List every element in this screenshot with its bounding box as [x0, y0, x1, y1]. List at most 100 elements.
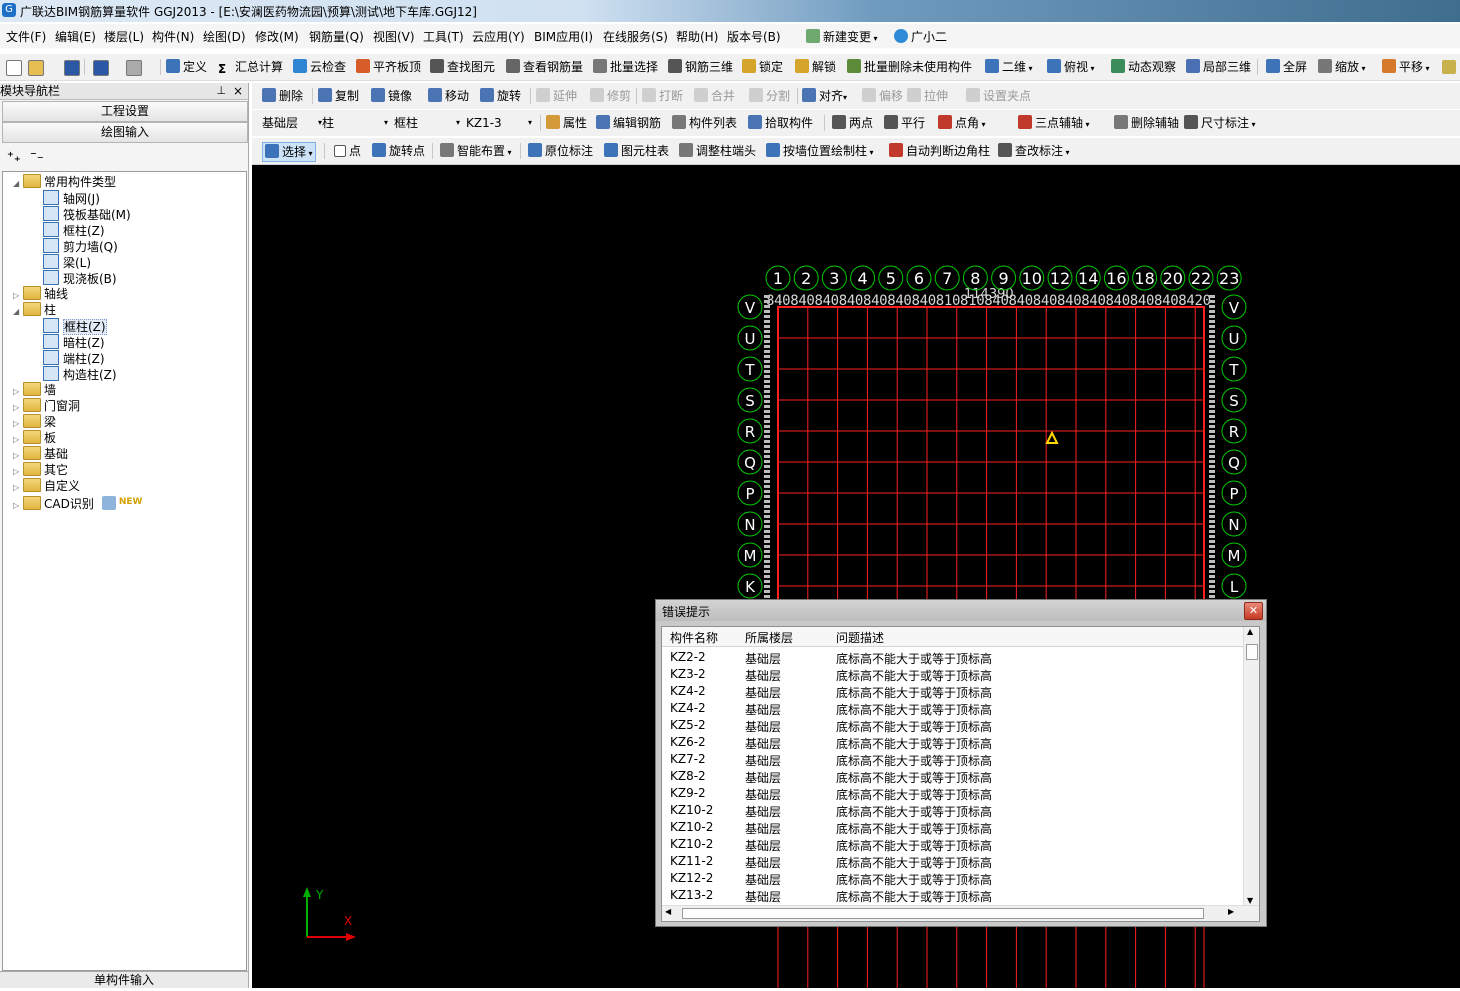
- menu-item[interactable]: 在线服务(S): [603, 28, 668, 45]
- project-settings-button[interactable]: 工程设置: [2, 101, 248, 122]
- edit-button[interactable]: 移动: [428, 87, 469, 105]
- undo-icon[interactable]: [93, 60, 109, 76]
- error-row[interactable]: KZ10-2 基础层 底标高不能大于或等于顶标高: [662, 836, 1243, 853]
- edit-button[interactable]: 删除: [262, 87, 303, 105]
- scroll-up-icon[interactable]: ▲: [1247, 627, 1253, 636]
- component-button[interactable]: 平行: [884, 114, 925, 132]
- toolbar-button[interactable]: 批量选择: [593, 58, 658, 76]
- error-row[interactable]: KZ7-2 基础层 底标高不能大于或等于顶标高: [662, 751, 1243, 768]
- tree-node[interactable]: ▷ CAD识别 NEW: [13, 494, 142, 511]
- draw-button[interactable]: 选择 ▾: [262, 142, 316, 162]
- scroll-left-icon[interactable]: ◀: [665, 907, 671, 916]
- component-button[interactable]: 两点: [832, 114, 873, 132]
- tree-node[interactable]: 端柱(Z): [43, 350, 105, 366]
- toolbar-button[interactable]: 动态观察: [1111, 58, 1176, 76]
- draw-button[interactable]: 按墙位置绘制柱 ▾: [766, 142, 874, 160]
- tree-node[interactable]: ▷ 板: [13, 430, 56, 446]
- close-icon[interactable]: ×: [233, 83, 243, 99]
- tree-node[interactable]: 构造柱(Z): [43, 366, 117, 382]
- toolbar-button[interactable]: 解锁: [795, 58, 836, 76]
- edit-button[interactable]: 镜像: [371, 87, 412, 105]
- save-icon[interactable]: [64, 60, 80, 76]
- menu-item[interactable]: 云应用(Y): [472, 28, 525, 45]
- component-button[interactable]: 三点辅轴 ▾: [1018, 114, 1090, 132]
- component-button[interactable]: 构件列表: [672, 114, 737, 132]
- component-button[interactable]: 尺寸标注 ▾: [1184, 114, 1256, 132]
- menu-item[interactable]: 楼层(L): [104, 28, 144, 45]
- tree-node[interactable]: 筏板基础(M): [43, 206, 131, 222]
- dialog-close-button[interactable]: ✕: [1244, 602, 1263, 620]
- toolbar-button[interactable]: 俯视 ▾: [1047, 58, 1095, 76]
- drawing-input-button[interactable]: 绘图输入: [2, 122, 248, 143]
- pin-icon[interactable]: ⊥: [216, 83, 226, 99]
- select-floor[interactable]: 基础层 ▾: [262, 114, 322, 132]
- expanded-icon[interactable]: ◢: [13, 176, 23, 192]
- tree-node[interactable]: 暗柱(Z): [43, 334, 105, 350]
- tree-node[interactable]: ▷ 墙: [13, 382, 56, 398]
- menu-item[interactable]: 新建变更 ▾: [806, 28, 878, 45]
- scroll-down-icon[interactable]: ▼: [1247, 896, 1253, 905]
- component-button[interactable]: 属性: [546, 114, 587, 132]
- error-row[interactable]: KZ11-2 基础层 底标高不能大于或等于顶标高: [662, 853, 1243, 870]
- menu-item[interactable]: 构件(N): [152, 28, 194, 45]
- new-file-icon[interactable]: [6, 60, 22, 76]
- toolbar-button[interactable]: 平移 ▾: [1382, 58, 1430, 76]
- collapsed-icon[interactable]: ▷: [13, 498, 23, 514]
- settings-icon[interactable]: [1442, 60, 1456, 74]
- toolbar-button[interactable]: 二维 ▾: [985, 58, 1033, 76]
- scroll-thumb[interactable]: [1246, 644, 1258, 660]
- error-row[interactable]: KZ9-2 基础层 底标高不能大于或等于顶标高: [662, 785, 1243, 802]
- scroll-right-icon[interactable]: ▶: [1228, 907, 1234, 916]
- edit-button[interactable]: 打断: [642, 87, 683, 105]
- toolbar-button[interactable]: 批量删除未使用构件: [847, 58, 972, 76]
- component-button[interactable]: 编辑钢筋: [596, 114, 661, 132]
- menu-item[interactable]: 视图(V): [373, 28, 415, 45]
- tree-node[interactable]: 梁(L): [43, 254, 91, 270]
- redo-icon[interactable]: [126, 60, 142, 76]
- error-row[interactable]: KZ4-2 基础层 底标高不能大于或等于顶标高: [662, 683, 1243, 700]
- tree-node[interactable]: 框柱(Z): [43, 222, 105, 238]
- vertical-scrollbar[interactable]: ▲ ▼: [1243, 627, 1259, 905]
- edit-button[interactable]: 合并: [694, 87, 735, 105]
- component-button[interactable]: 点角 ▾: [938, 114, 986, 132]
- tree-node[interactable]: 剪力墙(Q): [43, 238, 118, 254]
- draw-button[interactable]: 图元柱表: [604, 142, 669, 160]
- error-row[interactable]: KZ12-2 基础层 底标高不能大于或等于顶标高: [662, 870, 1243, 887]
- toolbar-button[interactable]: 定义: [166, 58, 207, 76]
- toolbar-button[interactable]: 局部三维: [1186, 58, 1251, 76]
- open-folder-icon[interactable]: [28, 60, 44, 76]
- warning-icon[interactable]: [1045, 430, 1059, 444]
- scroll-hthumb[interactable]: [682, 908, 1204, 919]
- toolbar-button[interactable]: Σ 汇总计算: [218, 58, 283, 76]
- edit-button[interactable]: 延伸: [536, 87, 577, 105]
- component-button[interactable]: 拾取构件: [748, 114, 813, 132]
- draw-button[interactable]: 原位标注: [528, 142, 593, 160]
- error-row[interactable]: KZ2-2 基础层 底标高不能大于或等于顶标高: [662, 649, 1243, 666]
- menu-item[interactable]: 版本号(B): [727, 28, 781, 45]
- toolbar-button[interactable]: 云检查: [293, 58, 346, 76]
- tree-node[interactable]: 现浇板(B): [43, 270, 117, 286]
- toolbar-button[interactable]: 缩放 ▾: [1318, 58, 1366, 76]
- draw-button[interactable]: 自动判断边角柱: [889, 142, 990, 160]
- draw-button[interactable]: 查改标注 ▾: [998, 142, 1070, 160]
- menu-item[interactable]: 钢筋量(Q): [309, 28, 364, 45]
- tree-node[interactable]: ▷ 其它: [13, 462, 68, 478]
- toolbar-button[interactable]: 全屏: [1266, 58, 1307, 76]
- draw-button[interactable]: 旋转点: [372, 142, 425, 160]
- horizontal-scrollbar[interactable]: ◀ ▶: [662, 905, 1259, 921]
- select-category[interactable]: 柱 ▾: [322, 114, 388, 132]
- tree-node[interactable]: ▷ 门窗洞: [13, 398, 80, 414]
- edit-button[interactable]: 修剪: [590, 87, 631, 105]
- error-row[interactable]: KZ5-2 基础层 底标高不能大于或等于顶标高: [662, 717, 1243, 734]
- error-row[interactable]: KZ4-2 基础层 底标高不能大于或等于顶标高: [662, 700, 1243, 717]
- tree-node[interactable]: ◢ 常用构件类型: [13, 174, 116, 190]
- edit-button[interactable]: 旋转: [480, 87, 521, 105]
- toolbar-button[interactable]: 查看钢筋量: [506, 58, 583, 76]
- edit-button[interactable]: 设置夹点: [966, 87, 1031, 105]
- tree-node[interactable]: ▷ 轴线: [13, 286, 68, 302]
- single-component-input-tab[interactable]: 单构件输入: [0, 971, 248, 988]
- tree-node[interactable]: ▷ 梁: [13, 414, 56, 430]
- column-header[interactable]: 所属楼层: [745, 629, 793, 646]
- draw-button[interactable]: 调整柱端头: [679, 142, 756, 160]
- draw-button[interactable]: 智能布置 ▾: [440, 142, 512, 160]
